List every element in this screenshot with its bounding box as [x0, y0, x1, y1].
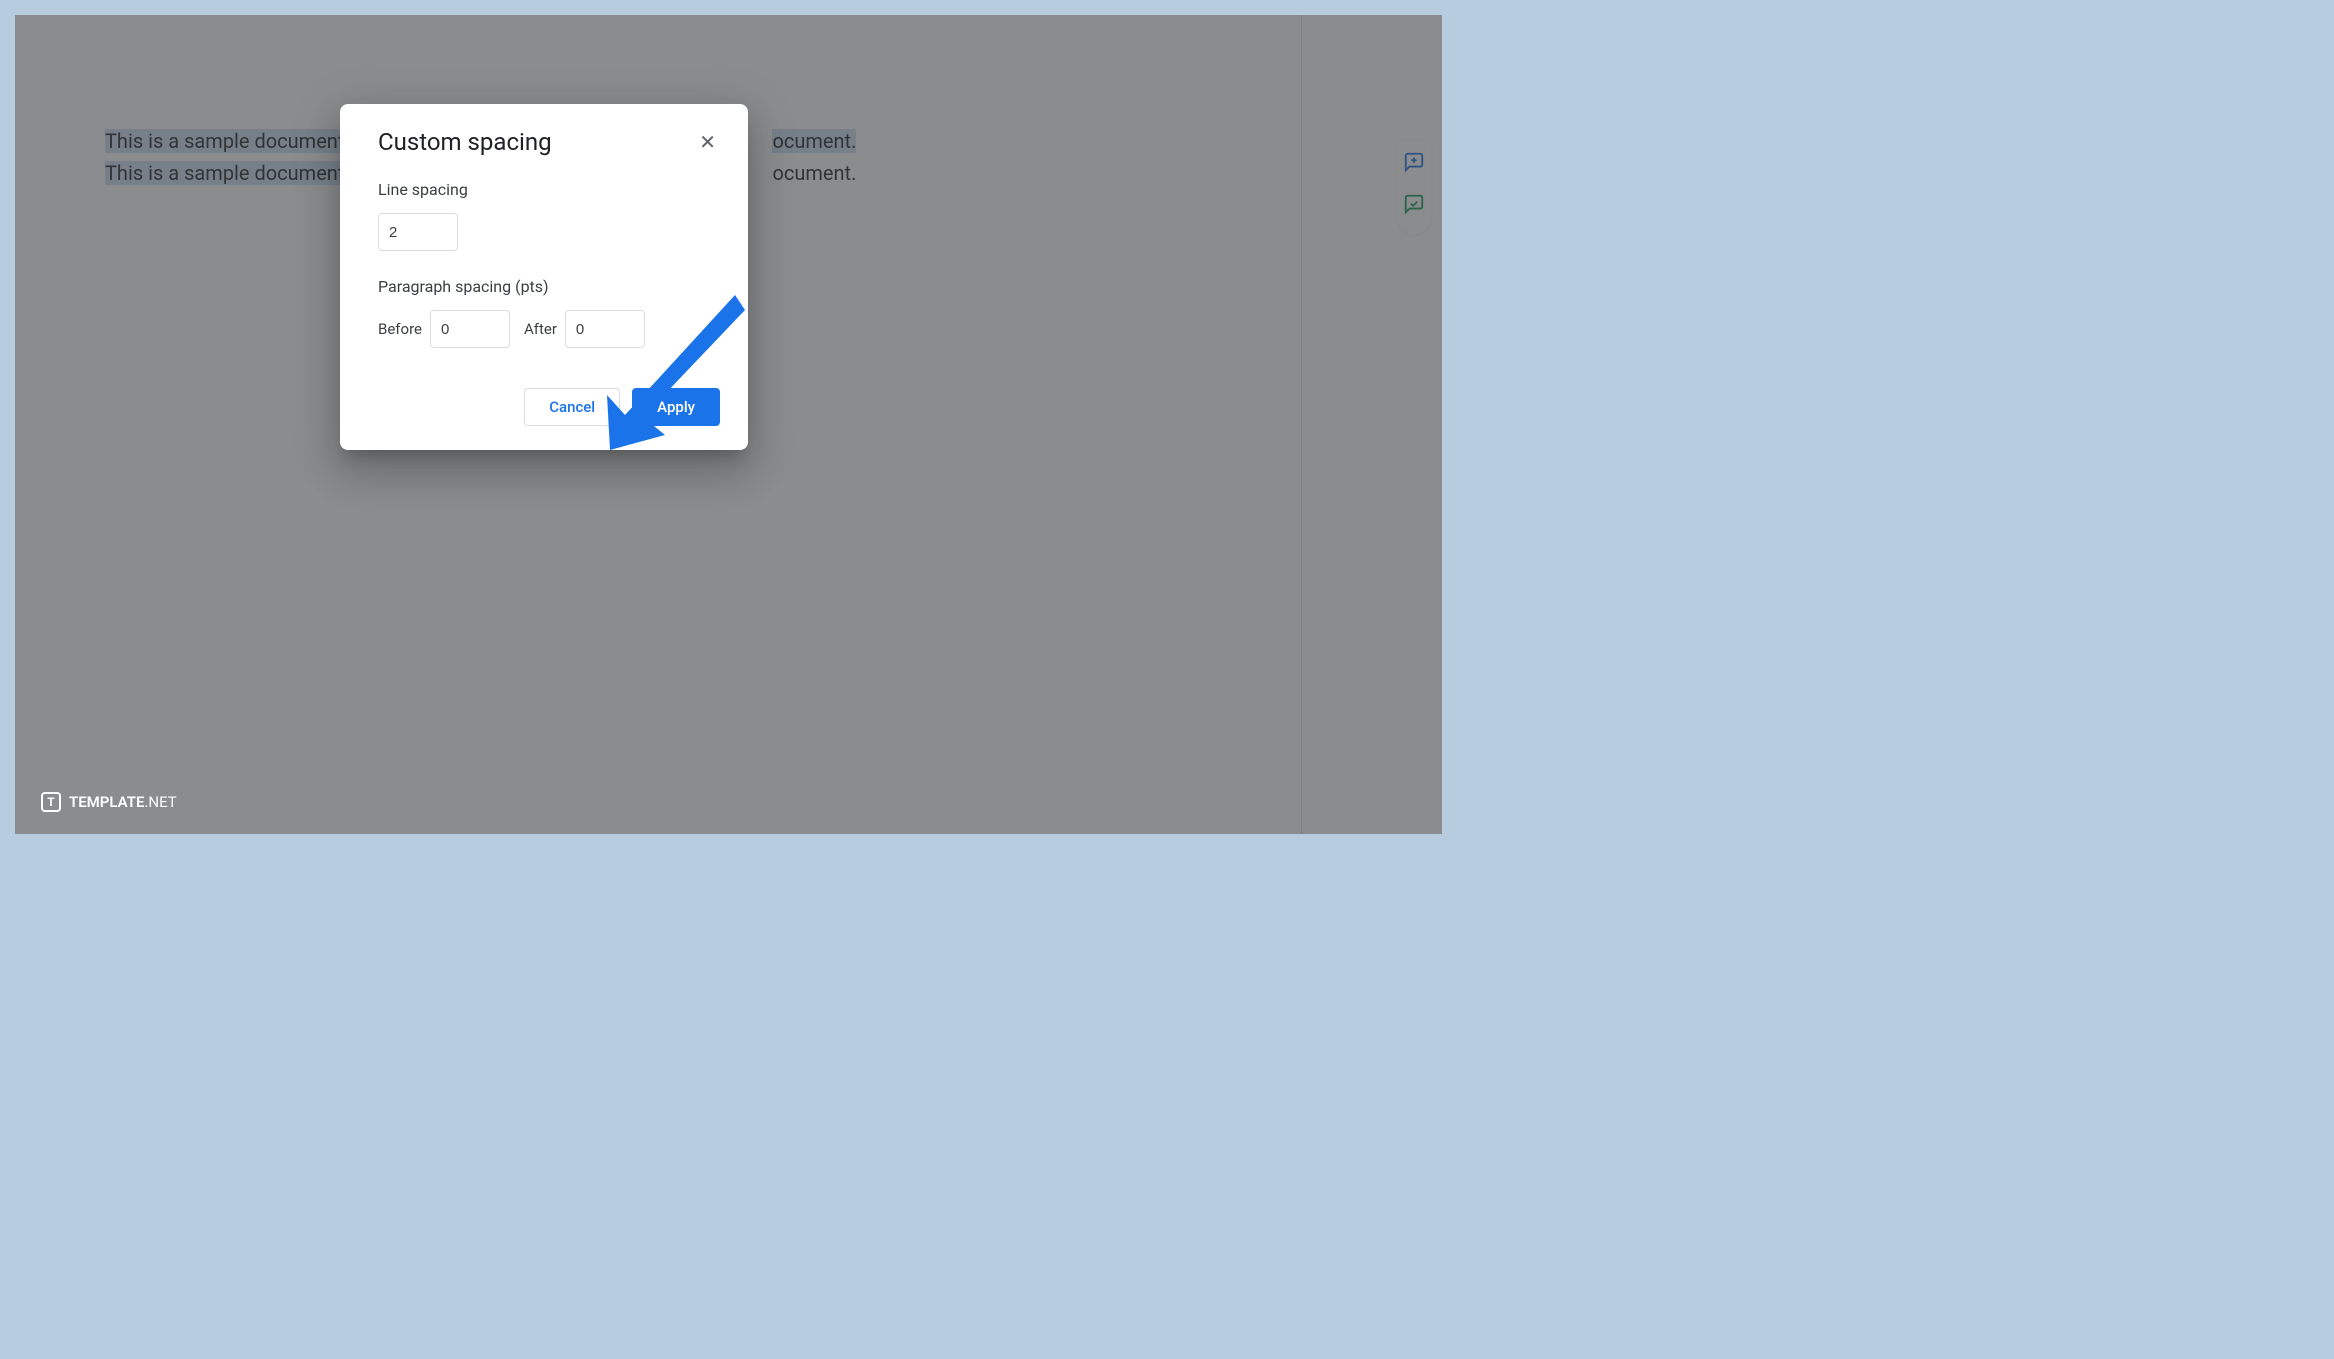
dialog-footer: Cancel Apply: [378, 388, 720, 426]
before-input[interactable]: [430, 310, 510, 348]
watermark-tld: .NET: [144, 793, 176, 811]
watermark-brand: TEMPLATE: [69, 793, 144, 811]
custom-spacing-dialog: Custom spacing ✕ Line spacing Paragraph …: [340, 104, 748, 450]
close-icon[interactable]: ✕: [695, 128, 720, 156]
after-input[interactable]: [565, 310, 645, 348]
paragraph-spacing-row: Before After: [378, 310, 720, 348]
app-frame: This is a sample document. This is ocume…: [15, 15, 1442, 834]
after-label: After: [524, 320, 557, 338]
line-spacing-input[interactable]: [378, 213, 458, 251]
apply-button[interactable]: Apply: [632, 388, 720, 426]
dialog-title: Custom spacing: [378, 128, 552, 156]
watermark-logo-icon: T: [41, 792, 61, 812]
paragraph-spacing-label: Paragraph spacing (pts): [378, 277, 720, 296]
before-label: Before: [378, 320, 422, 338]
watermark: T TEMPLATE.NET: [41, 792, 177, 812]
line-spacing-label: Line spacing: [378, 180, 720, 199]
cancel-button[interactable]: Cancel: [524, 388, 620, 426]
dialog-header: Custom spacing ✕: [378, 128, 720, 156]
